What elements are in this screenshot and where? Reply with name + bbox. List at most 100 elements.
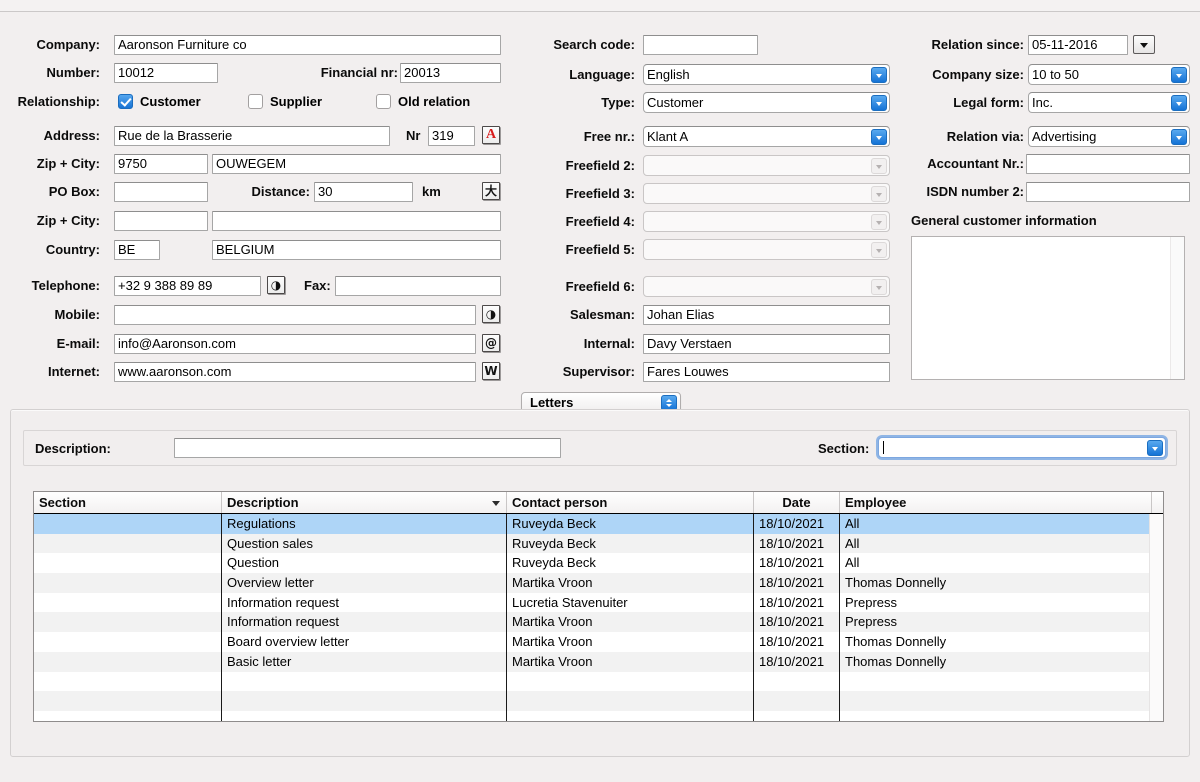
table-cell-date: 18/10/2021 [753, 534, 839, 554]
email-input[interactable]: info@Aaronson.com [114, 334, 476, 354]
table-row[interactable] [34, 691, 1163, 711]
distance-input[interactable]: 30 [314, 182, 413, 202]
table-body[interactable]: RegulationsRuveyda Beck18/10/2021AllQues… [34, 514, 1163, 722]
city-2-input[interactable] [212, 211, 501, 231]
freefield2-combobox[interactable] [643, 155, 890, 176]
address-input[interactable]: Rue de la Brasserie [114, 126, 390, 146]
internet-input[interactable]: www.aaronson.com [114, 362, 476, 382]
column-header-date[interactable]: Date [753, 492, 839, 513]
table-row[interactable]: Overview letterMartika Vroon18/10/2021Th… [34, 573, 1163, 593]
table-cell-date [753, 691, 839, 711]
table-cell-contact: Martika Vroon [506, 652, 753, 672]
zip-city-1-label: Zip + City: [0, 156, 100, 172]
chevron-down-icon[interactable] [1171, 95, 1187, 111]
internal-input[interactable]: Davy Verstaen [643, 334, 890, 354]
type-value: Customer [647, 95, 703, 110]
legal-form-combobox[interactable]: Inc. [1028, 92, 1190, 113]
phone-dial-icon[interactable]: ◑ [267, 276, 285, 294]
search-code-input[interactable] [643, 35, 758, 55]
freefield5-combobox[interactable] [643, 239, 890, 260]
table-vertical-scrollbar[interactable] [1149, 514, 1163, 721]
table-cell-date [753, 711, 839, 722]
section-filter-combobox[interactable] [878, 437, 1166, 458]
zip-2-input[interactable] [114, 211, 208, 231]
table-cell-description [221, 672, 506, 692]
address-label: Address: [0, 128, 100, 144]
table-cell-date [753, 672, 839, 692]
column-header-employee[interactable]: Employee [839, 492, 1151, 513]
table-cell-employee [839, 672, 1151, 692]
letters-table[interactable]: Section Description Contact person Date … [33, 491, 1164, 722]
po-box-input[interactable] [114, 182, 208, 202]
table-cell-section [34, 514, 221, 534]
isdn-number-2-label: ISDN number 2: [880, 184, 1024, 200]
table-row[interactable]: Board overview letterMartika Vroon18/10/… [34, 632, 1163, 652]
distance-unit-label: km [422, 184, 441, 200]
company-size-combobox[interactable]: 10 to 50 [1028, 64, 1190, 85]
relation-since-input[interactable]: 05-11-2016 [1028, 35, 1128, 55]
table-cell-section [34, 632, 221, 652]
telephone-input[interactable]: +32 9 388 89 89 [114, 276, 261, 296]
checkbox-customer[interactable] [118, 94, 133, 109]
column-header-contact-person[interactable]: Contact person [506, 492, 753, 513]
application-window: Company: Aaronson Furniture co Number: 1… [0, 0, 1200, 782]
description-filter-input[interactable] [174, 438, 561, 458]
table-cell-contact: Martika Vroon [506, 573, 753, 593]
isdn-number-2-input[interactable] [1026, 182, 1190, 202]
table-cell-section [34, 593, 221, 613]
type-combobox[interactable]: Customer [643, 92, 890, 113]
table-cell-description [221, 711, 506, 722]
general-customer-information-textarea[interactable] [911, 236, 1185, 380]
section-filter-label: Section: [818, 441, 869, 457]
chevron-down-icon[interactable] [871, 279, 887, 295]
checkbox-old-relation[interactable] [376, 94, 391, 109]
table-row[interactable]: Information requestLucretia Stavenuiter1… [34, 593, 1163, 613]
freefield3-combobox[interactable] [643, 183, 890, 204]
table-row[interactable] [34, 711, 1163, 722]
chevron-down-icon[interactable] [871, 214, 887, 230]
number-input[interactable]: 10012 [114, 63, 218, 83]
table-row[interactable] [34, 672, 1163, 692]
accountant-nr-input[interactable] [1026, 154, 1190, 174]
freefield6-combobox[interactable] [643, 276, 890, 297]
table-cell-employee: Thomas Donnelly [839, 632, 1151, 652]
description-filter-label: Description: [35, 441, 111, 457]
chevron-down-icon[interactable] [1171, 67, 1187, 83]
column-header-section[interactable]: Section [34, 492, 221, 513]
column-header-description[interactable]: Description [221, 492, 506, 513]
table-header-row: Section Description Contact person Date … [34, 492, 1163, 514]
table-row[interactable]: Question salesRuveyda Beck18/10/2021All [34, 534, 1163, 554]
supervisor-label: Supervisor: [460, 364, 635, 380]
freefield4-combobox[interactable] [643, 211, 890, 232]
country-code-input[interactable]: BE [114, 240, 160, 260]
supervisor-input[interactable]: Fares Louwes [643, 362, 890, 382]
textarea-scrollbar[interactable] [1170, 237, 1184, 379]
table-row[interactable]: QuestionRuveyda Beck18/10/2021All [34, 553, 1163, 573]
language-combobox[interactable]: English [643, 64, 890, 85]
salesman-input[interactable]: Johan Elias [643, 305, 890, 325]
table-row[interactable]: Information requestMartika Vroon18/10/20… [34, 612, 1163, 632]
city-1-input[interactable]: OUWEGEM [212, 154, 501, 174]
table-row[interactable]: Basic letterMartika Vroon18/10/2021Thoma… [34, 652, 1163, 672]
free-nr-combobox[interactable]: Klant A [643, 126, 890, 147]
salesman-label: Salesman: [460, 307, 635, 323]
country-name-input[interactable]: BELGIUM [212, 240, 501, 260]
company-label: Company: [0, 37, 100, 53]
mobile-input[interactable] [114, 305, 476, 325]
chevron-down-icon[interactable] [871, 242, 887, 258]
chevron-down-icon[interactable] [1171, 129, 1187, 145]
table-cell-contact [506, 672, 753, 692]
language-value: English [647, 67, 690, 82]
relation-via-combobox[interactable]: Advertising [1028, 126, 1190, 147]
zip-1-input[interactable]: 9750 [114, 154, 208, 174]
table-row[interactable]: RegulationsRuveyda Beck18/10/2021All [34, 514, 1163, 534]
table-cell-section [34, 672, 221, 692]
relation-via-value: Advertising [1032, 129, 1096, 144]
chevron-down-icon[interactable] [1147, 440, 1163, 456]
table-cell-section [34, 573, 221, 593]
checkbox-supplier[interactable] [248, 94, 263, 109]
table-cell-contact: Martika Vroon [506, 612, 753, 632]
company-input[interactable]: Aaronson Furniture co [114, 35, 501, 55]
relation-since-dropdown-button[interactable] [1133, 35, 1155, 54]
financial-nr-label: Financial nr: [268, 65, 398, 81]
